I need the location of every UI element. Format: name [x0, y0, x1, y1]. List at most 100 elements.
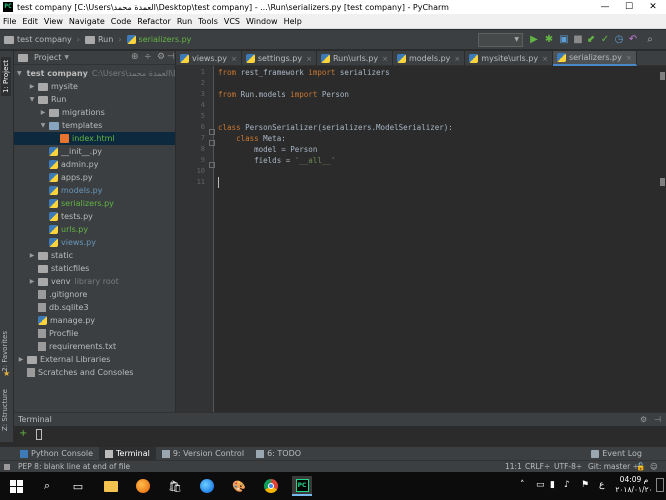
gear-icon[interactable]: ⚙ — [157, 52, 165, 62]
fold-marker-icon[interactable] — [209, 162, 215, 168]
stop-icon[interactable]: ■ — [572, 34, 584, 46]
editor-tab[interactable]: views.py × — [176, 51, 242, 66]
close-tab-icon[interactable]: × — [454, 55, 460, 63]
search-everywhere-icon[interactable]: ⌕ — [644, 34, 656, 46]
fold-marker-icon[interactable] — [209, 129, 215, 135]
tree-item[interactable]: ▼ templates — [14, 119, 175, 132]
network-icon[interactable]: ▮ — [550, 480, 555, 490]
tree-item[interactable]: manage.py — [14, 314, 175, 327]
file-explorer-icon[interactable] — [101, 476, 121, 496]
bottom-tool-button[interactable]: Python Console — [14, 447, 99, 461]
paint-icon[interactable]: 🎨 — [229, 476, 249, 496]
tree-item[interactable]: ▶ venv library root — [14, 275, 175, 288]
menu-item-window[interactable]: Window — [243, 14, 281, 29]
chevron-down-icon[interactable]: ▼ — [64, 54, 69, 61]
expand-arrow-icon[interactable]: ▼ — [39, 122, 47, 129]
hide-icon[interactable]: ⊣ — [167, 52, 175, 62]
event-log-button[interactable]: Event Log — [585, 447, 648, 461]
line-separator[interactable]: CRLF÷ — [525, 462, 550, 471]
hide-icon[interactable]: ⊣ — [654, 413, 661, 426]
tree-item[interactable]: Scratches and Consoles — [14, 366, 175, 379]
code-editor[interactable]: 1 2 3 4 5 6 7 8 9 10 11 from rest_framework import… — [176, 66, 666, 412]
caret-position[interactable]: 11:1 — [505, 462, 522, 471]
input-language[interactable]: ع — [599, 480, 604, 490]
menu-item-tools[interactable]: Tools — [195, 14, 221, 29]
inspector-icon[interactable]: ☺ — [650, 462, 658, 471]
breadcrumb-project[interactable]: test company — [0, 30, 76, 50]
menu-item-refactor[interactable]: Refactor — [134, 14, 174, 29]
bottom-tool-button[interactable]: Terminal — [99, 446, 156, 461]
flag-icon[interactable]: ⚑ — [581, 480, 589, 490]
run-icon[interactable]: ▶ — [528, 34, 540, 46]
vcs-rollback-icon[interactable]: ↶ — [627, 34, 639, 46]
collapse-arrow-icon[interactable]: ▶ — [28, 83, 36, 90]
project-panel-title[interactable]: Project — [34, 53, 61, 62]
task-view-icon[interactable]: ▭ — [68, 476, 88, 496]
menu-item-vcs[interactable]: VCS — [221, 14, 243, 29]
tree-item[interactable]: index.html — [14, 132, 175, 145]
battery-icon[interactable]: ▭ — [536, 480, 545, 490]
bottom-tool-button[interactable]: 6: TODO — [250, 447, 307, 461]
notifications-chevron-icon[interactable]: ˄ — [520, 480, 525, 490]
pycharm-taskbar-icon[interactable]: PC — [292, 476, 312, 496]
new-session-icon[interactable]: + — [19, 428, 27, 439]
inspection-status-icon[interactable] — [660, 72, 665, 80]
clock[interactable]: 04:09 م ٢٠١٨/٠١/٢٠ — [614, 475, 654, 495]
collapse-arrow-icon[interactable]: ▶ — [28, 252, 36, 259]
menu-item-code[interactable]: Code — [108, 14, 134, 29]
tree-item[interactable]: ▼ Run — [14, 93, 175, 106]
firefox-dev-icon[interactable] — [197, 476, 217, 496]
tree-item[interactable]: serializers.py — [14, 197, 175, 210]
close-tab-icon[interactable]: × — [626, 54, 632, 62]
tree-item[interactable]: .gitignore — [14, 288, 175, 301]
lock-icon[interactable]: 🔓 — [636, 462, 645, 471]
menu-item-view[interactable]: View — [41, 14, 66, 29]
debug-icon[interactable]: ✱ — [543, 34, 555, 46]
firefox-icon[interactable] — [133, 476, 153, 496]
file-encoding[interactable]: UTF-8÷ — [554, 462, 582, 471]
tree-item[interactable]: ▶ External Libraries — [14, 353, 175, 366]
fold-marker-icon[interactable] — [209, 140, 215, 146]
minimize-icon[interactable]: — — [594, 0, 616, 14]
tree-item[interactable]: ▶ mysite — [14, 80, 175, 93]
menu-item-file[interactable]: File — [0, 14, 19, 29]
menu-item-help[interactable]: Help — [281, 14, 305, 29]
chrome-icon[interactable] — [261, 476, 281, 496]
editor-tab[interactable]: models.py × — [393, 51, 466, 66]
warning-mark[interactable] — [660, 178, 665, 186]
run-configuration-dropdown[interactable]: ▼ — [478, 33, 523, 47]
store-icon[interactable]: 🛍 — [165, 476, 185, 496]
structure-tool-button[interactable]: Z: Structure — [1, 389, 9, 431]
volume-icon[interactable]: ♪ — [564, 480, 570, 490]
git-branch[interactable]: Git: master ÷ — [588, 462, 639, 471]
vcs-commit-icon[interactable]: ✓ — [599, 34, 611, 46]
search-icon[interactable]: ⌕ — [37, 476, 57, 496]
editor-tab[interactable]: Run\urls.py × — [317, 51, 393, 66]
close-tab-icon[interactable]: × — [542, 55, 548, 63]
action-center-icon[interactable] — [656, 478, 664, 492]
expand-arrow-icon[interactable]: ▼ — [17, 70, 22, 77]
tree-item[interactable]: views.py — [14, 236, 175, 249]
tree-item[interactable]: requirements.txt — [14, 340, 175, 353]
close-tab-icon[interactable]: × — [306, 55, 312, 63]
editor-tab[interactable]: serializers.py × — [552, 51, 637, 66]
menu-item-run[interactable]: Run — [174, 14, 195, 29]
tool-windows-icon[interactable] — [4, 464, 10, 470]
collapse-icon[interactable]: ÷ — [144, 52, 152, 62]
collapse-arrow-icon[interactable]: ▶ — [39, 109, 47, 116]
expand-arrow-icon[interactable]: ▼ — [28, 96, 36, 103]
maximize-icon[interactable]: ☐ — [618, 0, 640, 14]
editor-tab[interactable]: settings.py × — [242, 51, 317, 66]
menu-item-navigate[interactable]: Navigate — [66, 14, 108, 29]
breadcrumb-file[interactable]: serializers.py — [123, 30, 196, 50]
menu-item-edit[interactable]: Edit — [19, 14, 41, 29]
vcs-update-icon[interactable]: ⬋ — [585, 34, 597, 46]
bottom-tool-button[interactable]: 9: Version Control — [156, 447, 250, 461]
windows-start-icon[interactable] — [6, 476, 26, 496]
favorites-tool-button[interactable]: 2: Favorites — [1, 331, 9, 372]
close-tab-icon[interactable]: × — [231, 55, 237, 63]
breadcrumb-run[interactable]: Run — [81, 30, 117, 50]
tree-item[interactable]: models.py — [14, 184, 175, 197]
coverage-icon[interactable]: ▣ — [558, 34, 570, 46]
project-tool-button[interactable]: 1: Project — [1, 57, 11, 96]
